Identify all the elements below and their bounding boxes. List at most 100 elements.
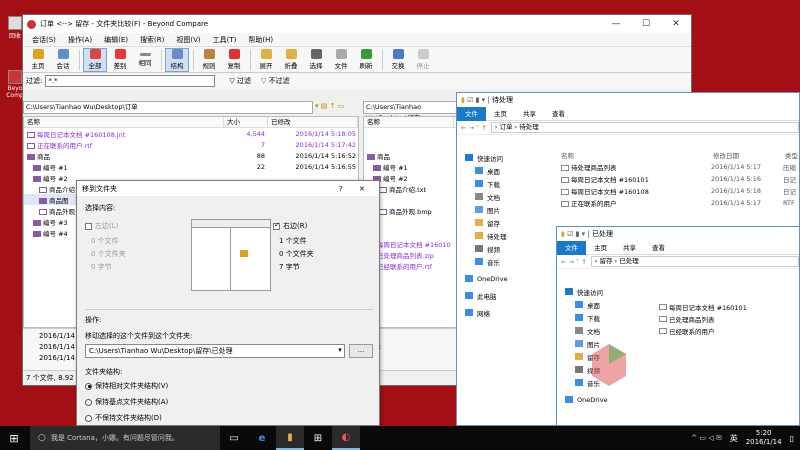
file-row[interactable]: 正在联系的用户 2016/1/14 5:17 RTF	[561, 197, 799, 209]
tab-share[interactable]: 共享	[515, 107, 544, 121]
nav-item[interactable]: 待处理	[465, 229, 555, 242]
col-name-right[interactable]: 名称	[364, 117, 454, 127]
notification-icon[interactable]: ▯	[790, 434, 794, 443]
nav-item[interactable]: 音乐	[465, 255, 555, 268]
nav-item[interactable]: 此电脑	[465, 289, 555, 302]
nav-item[interactable]: OneDrive	[565, 393, 651, 406]
option-relative-structure[interactable]: 保持相对文件夹结构(V)	[85, 381, 168, 391]
filter-input[interactable]	[45, 75, 216, 87]
refresh-button[interactable]: 刷新	[354, 48, 378, 72]
file-row[interactable]: 待处理商品列表 2016/1/14 5:17 压缩	[561, 161, 799, 173]
cortana-search[interactable]: ○ 我是 Cortana，小娜。有问题尽管问我。	[30, 426, 220, 450]
col-name[interactable]: 名称	[24, 117, 224, 127]
minimize-button[interactable]: —	[601, 19, 631, 29]
bc-right-row[interactable]: 商品	[364, 150, 458, 161]
menu-tools[interactable]: 工具(T)	[207, 35, 243, 45]
file-row[interactable]: 每周日记本文档 #160101	[659, 301, 799, 313]
nav-item[interactable]: 下载	[565, 311, 651, 324]
select-button[interactable]: 选择	[304, 48, 328, 72]
dest-dropdown-icon[interactable]: ▾	[335, 344, 345, 358]
help-button[interactable]: ?	[339, 185, 359, 193]
show-same-button[interactable]: 相同	[133, 48, 157, 72]
file-row[interactable]: 每周日记本文档 #160101 2016/1/14 5:16 日记	[561, 173, 799, 185]
bc-left-row[interactable]: 商品 88 2016/1/14 5:16:52	[24, 150, 358, 161]
right-path-input[interactable]: C:\Users\Tianhao Wu\Desktop\留存	[363, 101, 459, 122]
explorer2-titlebar[interactable]: ▮ ☑ ▮ ▾ | 已处理	[557, 227, 799, 241]
file-row[interactable]: 已处理商品列表	[659, 313, 799, 325]
left-checkbox[interactable]: 左边(L)	[85, 221, 118, 231]
rules-button[interactable]: 规则	[197, 48, 221, 72]
expand-button[interactable]: 展开	[254, 48, 278, 72]
nav-item[interactable]: 桌面	[465, 164, 555, 177]
nav-item[interactable]: OneDrive	[465, 272, 555, 285]
bc-left-row[interactable]: 正在联系的用户.rtf 7 2016/1/14 5:17:42	[24, 139, 358, 150]
files-button[interactable]: 文件	[329, 48, 353, 72]
back-forward-icon[interactable]: ← → ˅ ↑	[461, 124, 487, 132]
nav-item[interactable]: 桌面	[565, 298, 651, 311]
tab-view[interactable]: 查看	[544, 107, 573, 121]
back-forward-icon[interactable]: ← → ˅ ↑	[561, 258, 587, 266]
tab-home[interactable]: 主页	[486, 107, 515, 121]
session-button[interactable]: 会话	[51, 48, 75, 72]
nav-item[interactable]: 快速访问	[465, 151, 555, 164]
tab-share[interactable]: 共享	[615, 241, 644, 255]
nav-item[interactable]: 下载	[465, 177, 555, 190]
file-row[interactable]: 已经联系的用户	[659, 325, 799, 337]
clock[interactable]: 5:20 2016/1/14	[746, 429, 782, 447]
explorer-button[interactable]: ▮	[276, 426, 304, 450]
swap-button[interactable]: 交换	[386, 48, 410, 72]
show-all-button[interactable]: 全部	[83, 47, 107, 72]
bc-left-row[interactable]: 编号 #1 22 2016/1/14 5:16:55	[24, 161, 358, 172]
col-modified[interactable]: 修改日期	[713, 150, 785, 160]
nav-item[interactable]: 视频	[465, 242, 555, 255]
menu-help[interactable]: 帮助(H)	[242, 35, 279, 45]
file-row[interactable]: 每周日记本文档 #160108 2016/1/14 5:18 日记	[561, 185, 799, 197]
tab-home[interactable]: 主页	[586, 241, 615, 255]
col-modified[interactable]: 已修改	[268, 117, 358, 127]
tray-icons[interactable]: ^ ▭ ◁ ✉	[691, 434, 721, 442]
no-filter-button[interactable]: ▽ 不过滤	[261, 76, 290, 86]
address-bar[interactable]: › 订单 › 待处理	[490, 122, 799, 133]
col-size[interactable]: 大小	[224, 117, 268, 127]
col-name[interactable]: 名称	[561, 150, 713, 160]
show-diff-button[interactable]: 差别	[108, 48, 132, 72]
bc-right-row[interactable]	[364, 128, 458, 139]
bc-left-row[interactable]: 每周日记本文档 #160108.jnt 4,544 2016/1/14 5:18:0…	[24, 128, 358, 139]
filter-button[interactable]: ▽ 过滤	[229, 76, 251, 86]
left-path-icons[interactable]: ▾ ▤ ↑ ▭	[315, 102, 344, 110]
bc-titlebar[interactable]: 订单 <--> 留存 - 文件夹比较(F) - Beyond Compare —…	[23, 15, 691, 33]
menu-session[interactable]: 会话(S)	[26, 35, 62, 45]
nav-item[interactable]: 网络	[465, 306, 555, 319]
close-button[interactable]: ✕	[661, 19, 691, 29]
tab-file[interactable]: 文件	[457, 106, 486, 121]
option-base-structure[interactable]: 保持基点文件夹结构(A)	[85, 397, 168, 407]
menu-actions[interactable]: 操作(A)	[62, 35, 98, 45]
edge-button[interactable]: e	[248, 426, 276, 450]
right-checkbox[interactable]: 右边(R)	[273, 221, 307, 231]
destination-input[interactable]: C:\Users\Tianhao Wu\Desktop\留存\已处理	[85, 344, 345, 358]
left-path-input[interactable]: C:\Users\Tianhao Wu\Desktop\订单	[23, 101, 313, 114]
nav-item[interactable]: 文档	[565, 324, 651, 337]
nav-item[interactable]: 图片	[465, 203, 555, 216]
menu-search[interactable]: 搜索(R)	[134, 35, 170, 45]
structure-button[interactable]: 结构	[165, 47, 189, 72]
tab-view[interactable]: 查看	[644, 241, 673, 255]
nav-item[interactable]: 文档	[465, 190, 555, 203]
tab-file[interactable]: 文件	[557, 240, 586, 255]
stop-button[interactable]: 停止	[411, 48, 435, 72]
address-bar[interactable]: › 留存 › 已处理	[590, 256, 799, 267]
explorer-titlebar[interactable]: ▮ ☑ ▮ ▾ | 待处理	[457, 93, 799, 107]
maximize-button[interactable]: ☐	[631, 19, 661, 29]
task-view-button[interactable]: ▭	[220, 426, 248, 450]
col-type[interactable]: 类型	[785, 150, 798, 160]
start-button[interactable]: ⊞	[0, 426, 28, 450]
browse-button[interactable]: ...	[349, 344, 373, 358]
store-button[interactable]: ⊞	[304, 426, 332, 450]
copy-button[interactable]: 复制	[222, 48, 246, 72]
menu-edit[interactable]: 编辑(E)	[98, 35, 134, 45]
bc-right-row[interactable]	[364, 139, 458, 150]
dialog-titlebar[interactable]: 移到文件夹 ? ✕	[77, 181, 379, 196]
menu-view[interactable]: 视图(V)	[170, 35, 206, 45]
nav-item[interactable]: 快速访问	[565, 285, 651, 298]
option-no-structure[interactable]: 不保持文件夹结构(D)	[85, 413, 162, 423]
